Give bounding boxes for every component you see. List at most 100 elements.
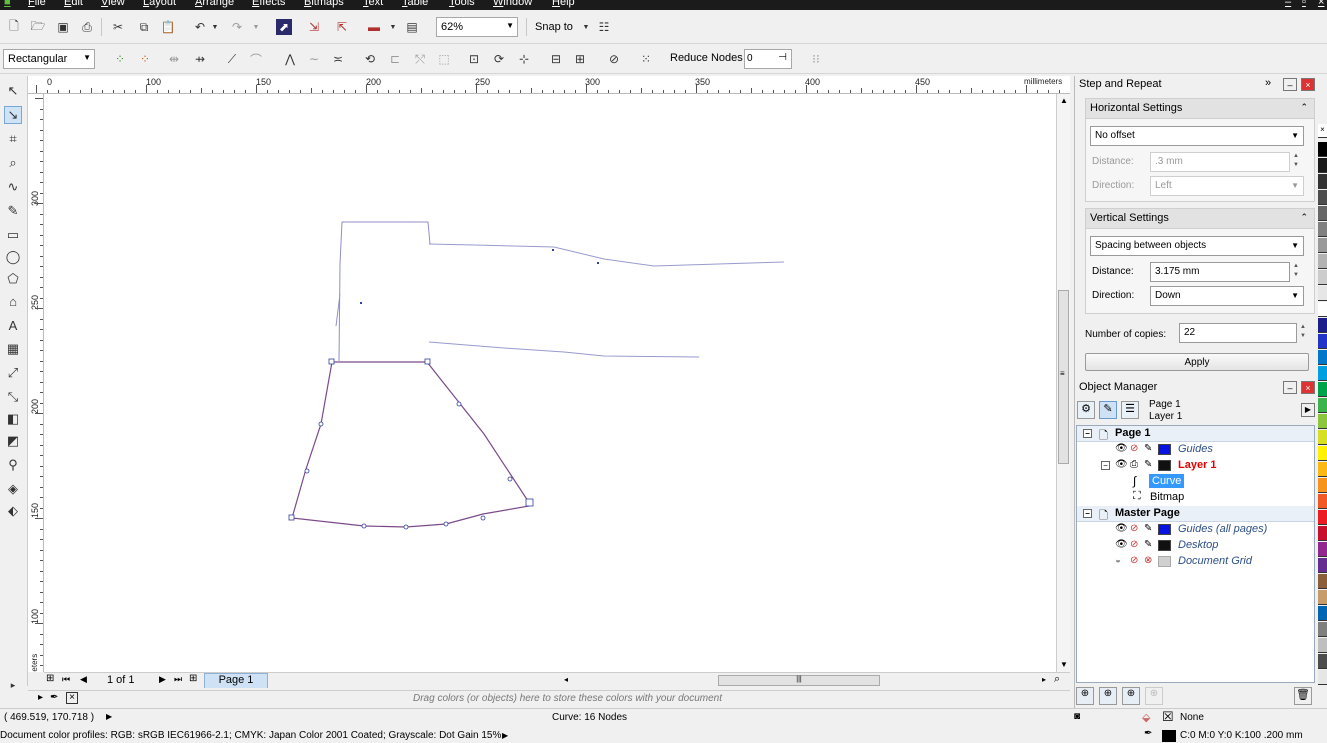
snap-to-button[interactable]: Snap to	[535, 21, 573, 33]
document-palette[interactable]: ▸ ✒ × Drag colors (or objects) here to s…	[28, 690, 1070, 706]
layer-color-swatch[interactable]	[1158, 540, 1171, 551]
palette-swatch[interactable]	[1318, 654, 1327, 669]
shape-tool-icon[interactable]: ↘	[4, 106, 22, 124]
elastic-mode-icon[interactable]: ⊘	[606, 51, 622, 67]
eye-icon[interactable]: 👁	[1115, 523, 1128, 534]
export-icon[interactable]: ⇱	[334, 19, 350, 35]
menu-bitmaps[interactable]: Bitmaps	[304, 0, 344, 8]
vertical-mode-select[interactable]: Spacing between objects ▼	[1090, 236, 1304, 256]
palette-swatch[interactable]	[1318, 510, 1327, 525]
layer-color-swatch[interactable]	[1158, 460, 1171, 471]
palette-swatch[interactable]	[1318, 414, 1327, 429]
basic-shapes-tool-icon[interactable]: ⌂	[4, 292, 22, 310]
profiles-menu-icon[interactable]: ▶	[502, 731, 508, 740]
break-curve-icon[interactable]: ⇸	[192, 51, 208, 67]
palette-swatch[interactable]	[1318, 526, 1327, 541]
palette-swatch[interactable]	[1318, 238, 1327, 253]
rotate-skew-icon[interactable]: ⟳	[491, 51, 507, 67]
palette-swatch[interactable]	[1318, 478, 1327, 493]
smart-fill-tool-icon[interactable]: ✎	[4, 202, 22, 220]
collapse-icon[interactable]: −	[1101, 461, 1110, 470]
cusp-node-icon[interactable]: ⋀	[282, 51, 298, 67]
cut-icon[interactable]: ✂	[110, 19, 126, 35]
transparency-tool-icon[interactable]: ◩	[4, 432, 22, 450]
tree-guides-all-pages[interactable]: 👁 ⊘ ✎ Guides (all pages)	[1077, 522, 1314, 538]
horizontal-scroll-thumb[interactable]: |||	[718, 675, 880, 686]
vertical-direction-select[interactable]: Down ▼	[1150, 286, 1304, 306]
paste-icon[interactable]: 📋	[160, 19, 176, 35]
printer-disabled-icon[interactable]: ⊘	[1130, 539, 1138, 550]
pencil-icon[interactable]: ✎	[1144, 523, 1152, 534]
printer-icon[interactable]: ⎙	[1130, 459, 1138, 470]
horizontal-direction-select[interactable]: Left ▼	[1150, 176, 1304, 196]
zoom-level-combo[interactable]: 62% ▼	[436, 17, 518, 37]
close-icon[interactable]: ×	[1318, 0, 1324, 8]
first-page-icon[interactable]: ⏮	[62, 674, 70, 685]
last-page-icon[interactable]: ⏭	[174, 674, 182, 685]
menu-file[interactable]: File	[28, 0, 46, 8]
pencil-icon[interactable]: ✎	[1144, 459, 1152, 470]
freehand-tool-icon[interactable]: ∿	[4, 178, 22, 196]
palette-swatch[interactable]	[1318, 398, 1327, 413]
copies-spinner[interactable]: ▲ ▼	[1297, 323, 1309, 343]
delete-node-icon[interactable]: ⁘	[137, 51, 153, 67]
import-icon[interactable]: ⇲	[306, 19, 322, 35]
palette-swatch[interactable]	[1318, 462, 1327, 477]
crop-tool-icon[interactable]: ⌗	[4, 130, 22, 148]
copies-field[interactable]: 22	[1179, 323, 1297, 343]
horizontal-distance-spinner[interactable]: ▲ ▼	[1290, 152, 1302, 172]
palette-swatch[interactable]	[1318, 350, 1327, 365]
rectangle-tool-icon[interactable]: ▭	[4, 226, 22, 244]
palette-swatch[interactable]	[1318, 606, 1327, 621]
fill-tool-icon[interactable]: ⬖	[4, 502, 22, 520]
zoom-tool-icon[interactable]: ⌕	[4, 154, 22, 172]
minimize-docker-icon[interactable]: –	[1283, 381, 1297, 394]
horizontal-ruler[interactable]: 0 100 150 200 250 300 350 400 450 millim…	[30, 76, 1070, 94]
tree-master-page[interactable]: − 🗋 Master Page	[1077, 506, 1314, 522]
collapse-docker-icon[interactable]: »	[1265, 77, 1271, 89]
new-master-layer-icon[interactable]: ⊕	[1099, 687, 1117, 705]
collapse-icon[interactable]: ⌃	[1300, 102, 1308, 113]
menu-view[interactable]: View	[101, 0, 125, 8]
add-node-icon[interactable]: ⁘	[112, 51, 128, 67]
palette-swatch[interactable]	[1318, 190, 1327, 205]
eye-icon[interactable]: 👁	[1115, 443, 1128, 454]
eyedropper-tool-icon[interactable]: ⚲	[4, 456, 22, 474]
palette-swatch[interactable]	[1318, 286, 1327, 301]
tree-page-1[interactable]: − 🗋 Page 1	[1077, 426, 1314, 442]
palette-swatch[interactable]	[1318, 254, 1327, 269]
tree-layer-1[interactable]: − 👁 ⎙ ✎ Layer 1	[1077, 458, 1314, 474]
new-layer-icon[interactable]: ⊕	[1076, 687, 1094, 705]
menu-tools[interactable]: Tools	[449, 0, 475, 8]
tree-document-grid[interactable]: ◒ ⊘ ⊗ Document Grid	[1077, 554, 1314, 570]
redo-dropdown-icon[interactable]: ▼	[248, 19, 264, 35]
eye-icon[interactable]: 👁	[1115, 459, 1128, 470]
curve-smoothness-field[interactable]: 0 ⊣	[744, 49, 792, 69]
pencil-icon[interactable]: ✎	[1144, 539, 1152, 550]
zoom-navigator-icon[interactable]: ⌕	[1054, 673, 1060, 686]
app-launcher-icon[interactable]: ▬	[366, 19, 382, 35]
selection-mode-combo[interactable]: Rectangular ▼	[3, 49, 95, 69]
menu-edit[interactable]: Edit	[64, 0, 83, 8]
palette-swatch[interactable]	[1318, 206, 1327, 221]
palette-swatch[interactable]	[1318, 446, 1327, 461]
palette-swatch[interactable]	[1318, 638, 1327, 653]
eyedropper-icon[interactable]: ✒	[50, 692, 58, 703]
dimension-tool-icon[interactable]: ⤢	[4, 364, 22, 382]
menu-table[interactable]: Table	[402, 0, 428, 8]
palette-swatch[interactable]	[1318, 430, 1327, 445]
layer-color-swatch[interactable]	[1158, 556, 1171, 567]
select-all-nodes-icon[interactable]: ⁙	[638, 51, 654, 67]
minimize-icon[interactable]: –	[1285, 0, 1291, 8]
open-icon[interactable]: 🗁	[30, 19, 46, 35]
align-nodes-icon[interactable]: ⊹	[516, 51, 532, 67]
pick-tool-icon[interactable]: ↖	[4, 82, 22, 100]
flyout-menu-icon[interactable]: ▶	[1301, 403, 1315, 417]
text-tool-icon[interactable]: A	[4, 316, 22, 334]
tree-bitmap[interactable]: ⛶ Bitmap	[1077, 490, 1314, 506]
tree-guides[interactable]: 👁 ⊘ ✎ Guides	[1077, 442, 1314, 458]
table-tool-icon[interactable]: ▦	[4, 340, 22, 358]
palette-swatch[interactable]	[1318, 558, 1327, 573]
vertical-scrollbar[interactable]: ▲ ≡ ▼	[1056, 94, 1070, 672]
palette-swatch[interactable]	[1318, 318, 1327, 333]
